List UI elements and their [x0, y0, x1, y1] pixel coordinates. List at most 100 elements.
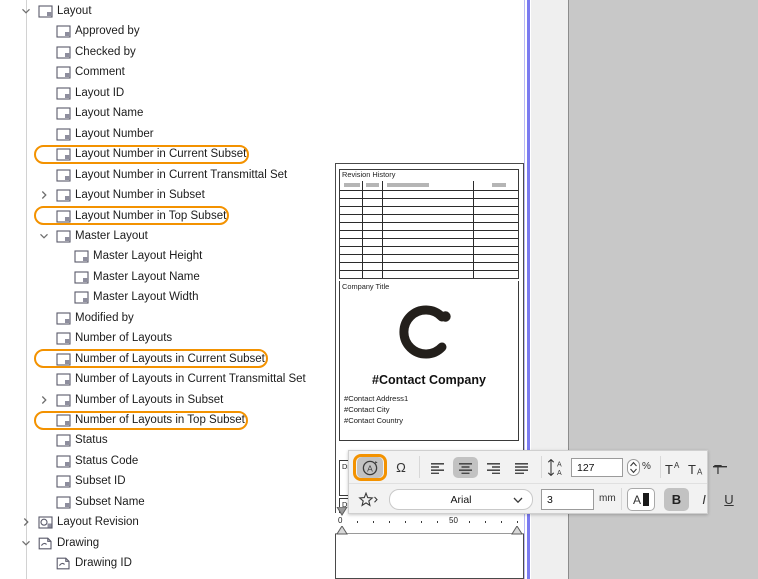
font-size-input[interactable]: 3: [541, 489, 594, 510]
tree-item-toggle[interactable]: [39, 190, 51, 202]
layout-field-icon: [56, 373, 71, 386]
line-spacing-stepper[interactable]: [627, 459, 640, 476]
tree-item-label: Layout Number in Top Subset: [75, 209, 227, 222]
revision-table-colline: [362, 181, 363, 278]
text-color-letter: A: [632, 492, 641, 507]
bold-button[interactable]: B: [664, 488, 689, 511]
tree-item-checked-by[interactable]: Checked by: [0, 42, 524, 62]
special-character-button[interactable]: Ω: [389, 457, 413, 478]
layout-field-icon: [56, 455, 71, 468]
tree-item-label: Number of Layouts in Subset: [75, 393, 224, 406]
layout-field-icon: [74, 291, 89, 304]
layout-field-icon: [56, 393, 71, 407]
layout-field-icon: [56, 87, 71, 100]
first-line-indent-marker[interactable]: [336, 507, 348, 516]
svg-text:T: T: [665, 462, 673, 475]
revision-table-rowline: [340, 246, 518, 247]
chevron-right-icon[interactable]: [39, 395, 49, 405]
line-spacing-input[interactable]: 127: [571, 458, 623, 477]
align-right-button[interactable]: [481, 457, 506, 478]
tree-item-icon-wrap: [56, 414, 71, 427]
tree-item-icon-wrap: [56, 496, 71, 509]
ruler-tick: [517, 521, 518, 523]
company-title-block[interactable]: Company Title #Contact Company #Contact …: [339, 281, 519, 441]
layout-field-icon: [56, 353, 71, 366]
tree-item-label: Layout: [57, 5, 92, 17]
svg-text:A: A: [674, 461, 680, 470]
align-justify-button[interactable]: [509, 457, 534, 478]
chevron-right-icon[interactable]: [21, 517, 31, 527]
tree-item-icon-wrap: [56, 87, 71, 100]
omega-icon: Ω: [396, 460, 406, 475]
layout-field-icon: [56, 66, 71, 79]
strikethrough-button[interactable]: T: [709, 457, 731, 478]
align-center-button[interactable]: [453, 457, 478, 478]
tree-item-icon-wrap: [38, 537, 53, 550]
tree-item-layout[interactable]: Layout: [0, 1, 524, 21]
layout-field-icon: [56, 148, 71, 161]
text-color-button[interactable]: A: [627, 488, 655, 511]
tree-item-toggle[interactable]: [21, 538, 33, 550]
layout-field-icon: [56, 25, 71, 38]
superscript-button[interactable]: T A: [663, 457, 685, 478]
revision-table-placeholder-bar: [344, 183, 360, 187]
horizontal-ruler[interactable]: 0 50: [335, 507, 524, 535]
ruler-tick: [437, 521, 438, 523]
tree-item-icon-wrap: [56, 312, 71, 325]
tree-item-toggle[interactable]: [39, 231, 51, 243]
chevron-right-icon[interactable]: [39, 190, 49, 200]
chevron-down-icon[interactable]: [21, 6, 31, 16]
italic-button[interactable]: I: [693, 488, 715, 511]
tree-item-label: Layout Number in Current Subset: [75, 148, 247, 161]
layout-field-icon: [56, 312, 71, 325]
ruler-tick: [501, 521, 502, 523]
align-right-icon: [487, 462, 500, 474]
tree-item-toggle[interactable]: [21, 6, 33, 18]
tree-item-icon-wrap: [56, 455, 71, 468]
tree-item-label: Layout ID: [75, 86, 125, 99]
tree-item-icon-wrap: [56, 209, 71, 223]
toolbar-separator-2: [541, 456, 542, 478]
text-color-swatch: [643, 493, 649, 506]
underline-button[interactable]: U: [718, 488, 740, 511]
tree-item-layout-number[interactable]: Layout Number: [0, 124, 524, 144]
tree-item-layout-name[interactable]: Layout Name: [0, 103, 524, 123]
ruler-tick: [357, 521, 358, 523]
favorites-button[interactable]: [355, 489, 383, 510]
ruler-mid-label: 50: [449, 516, 458, 525]
align-left-button[interactable]: [425, 457, 450, 478]
tree-item-approved-by[interactable]: Approved by: [0, 21, 524, 41]
layout-field-icon: [56, 496, 71, 509]
subscript-button[interactable]: T A: [686, 457, 708, 478]
superscript-icon: T A: [665, 461, 680, 475]
ruler-tick: [469, 521, 470, 523]
text-format-toolbar[interactable]: A Ω A A 127 % T A T A T Arial 3 mm A B I…: [348, 450, 734, 514]
chevron-down-icon[interactable]: [39, 231, 49, 241]
tree-item-toggle[interactable]: [21, 517, 33, 529]
tree-item-icon-wrap: [38, 516, 53, 529]
tree-item-comment[interactable]: Comment: [0, 62, 524, 82]
font-size-unit-label: mm: [599, 493, 616, 504]
drawing-field-icon: [38, 537, 52, 550]
align-left-icon: [431, 462, 444, 474]
right-indent-marker[interactable]: [511, 526, 523, 535]
tree-item-icon-wrap: [56, 107, 71, 120]
tree-item-toggle[interactable]: [39, 395, 51, 407]
line-spacing-unit-label: %: [642, 461, 651, 472]
drawing-field-icon: [56, 557, 70, 570]
strikethrough-icon: T: [713, 462, 727, 475]
layout-field-icon: [74, 271, 89, 284]
tree-item-icon-wrap: [56, 230, 71, 243]
tree-item-label: Master Layout Width: [93, 291, 199, 304]
tree-item-layout-number-in-current-subset[interactable]: Layout Number in Current Subset: [0, 144, 524, 164]
revision-history-block[interactable]: Revision History: [339, 169, 519, 279]
font-family-select[interactable]: Arial: [389, 489, 533, 510]
autotext-button[interactable]: A: [357, 457, 383, 478]
revision-history-table: [340, 181, 518, 278]
tree-item-layout-id[interactable]: Layout ID: [0, 83, 524, 103]
tree-item-icon-wrap: [56, 393, 71, 407]
chevron-down-icon[interactable]: [21, 538, 31, 548]
tree-item-label: Master Layout Name: [93, 270, 200, 283]
left-indent-marker[interactable]: [336, 526, 348, 535]
tree-item-icon-wrap: [56, 557, 71, 570]
